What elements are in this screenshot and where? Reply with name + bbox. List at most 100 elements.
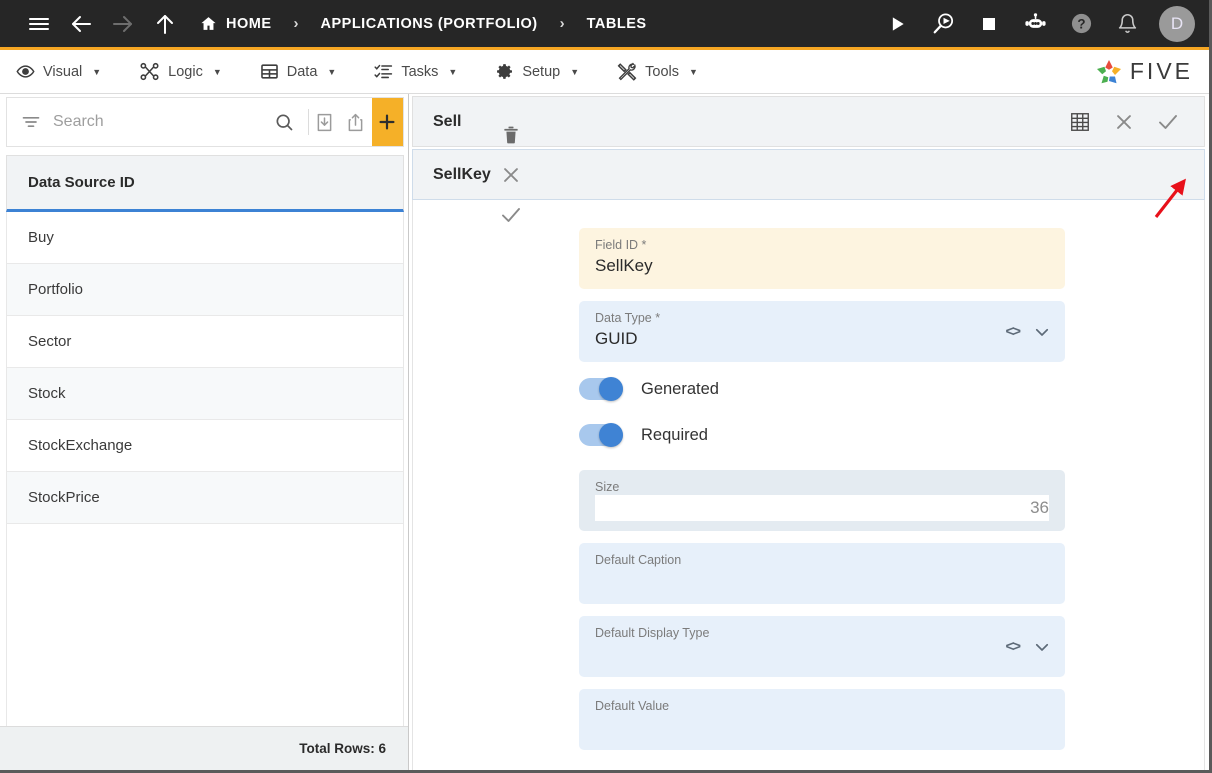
default-caption-input[interactable]: Default Caption (579, 543, 1065, 604)
help-icon[interactable]: ? (1061, 4, 1101, 44)
toggle-label: Generated (641, 379, 719, 398)
gear-icon (495, 62, 514, 81)
toggle-knob (599, 377, 623, 401)
menu-label: Data (286, 63, 318, 80)
search-input[interactable] (53, 113, 260, 131)
checklist-icon (374, 62, 393, 81)
menu-item-visual[interactable]: Visual ▼ (16, 62, 117, 81)
list-item[interactable]: Portfolio (7, 264, 403, 316)
required-toggle[interactable] (579, 423, 623, 447)
chevron-down-icon: ▼ (570, 66, 580, 77)
row-label: Portfolio (28, 281, 84, 298)
notifications-bell-icon[interactable] (1107, 4, 1147, 44)
generated-toggle[interactable] (579, 377, 623, 401)
menu-label: Logic (168, 63, 203, 80)
breadcrumb-item-tables[interactable]: TABLES (583, 16, 651, 32)
field-label: Field ID * (595, 238, 647, 252)
logic-nodes-icon (139, 61, 160, 82)
top-nav-controls: HOME › APPLICATIONS (PORTFOLIO) › TABLES (18, 4, 651, 44)
default-display-type-select[interactable]: Default Display Type <> (579, 616, 1065, 677)
debug-icon[interactable] (923, 4, 963, 44)
record-header-bar: Sell (412, 96, 1205, 147)
main-body: Data Source ID Buy Portfolio Sector Stoc… (0, 94, 1209, 770)
field-value (595, 568, 1049, 594)
table-grid-icon (260, 62, 279, 81)
field-value: GUID (595, 329, 638, 348)
total-rows-label: Total Rows: 6 (299, 741, 386, 756)
save-check-icon[interactable] (1148, 102, 1188, 142)
menu-item-tools[interactable]: Tools ▼ (617, 62, 714, 82)
menu-item-tasks[interactable]: Tasks ▼ (374, 62, 473, 81)
add-button[interactable] (371, 98, 403, 146)
user-avatar[interactable]: D (1159, 5, 1195, 42)
brand-name: FIVE (1129, 58, 1193, 84)
menu-label: Setup (522, 63, 561, 80)
list-item[interactable]: Stock (7, 368, 403, 420)
five-brand-logo: FIVE (1094, 57, 1193, 87)
row-label: StockExchange (28, 437, 133, 454)
five-pinwheel-logo-icon (1094, 57, 1124, 87)
list-item[interactable]: StockPrice (7, 472, 403, 524)
field-id-input[interactable]: Field ID * SellKey (579, 228, 1065, 289)
list-item[interactable]: Sector (7, 316, 403, 368)
row-label: StockPrice (28, 489, 100, 506)
save-check-icon[interactable] (491, 195, 531, 235)
table-rows: Buy Portfolio Sector Stock StockExchange… (6, 212, 404, 726)
breadcrumb-item-home[interactable]: HOME (196, 15, 276, 32)
chevron-down-icon: ▼ (327, 66, 337, 77)
field-header-bar: SellKey (412, 126, 1205, 222)
stop-icon[interactable] (969, 4, 1009, 44)
chevron-down-icon: ▼ (92, 66, 102, 77)
table-column-header[interactable]: Data Source ID (6, 155, 404, 212)
size-input[interactable]: Size 36 (579, 470, 1065, 531)
top-navigation-bar: HOME › APPLICATIONS (PORTFOLIO) › TABLES (0, 0, 1209, 50)
breadcrumb-item-applications[interactable]: APPLICATIONS (PORTFOLIO) (317, 16, 542, 32)
default-value-input[interactable]: Default Value (579, 689, 1065, 750)
list-item[interactable]: StockExchange (7, 420, 403, 472)
table-grid-icon[interactable] (1060, 102, 1100, 142)
field-label: Default Value (595, 699, 670, 713)
required-toggle-row: Required (579, 423, 1065, 447)
chatbot-icon[interactable] (1015, 4, 1055, 44)
field-adornments: <> (1005, 638, 1051, 656)
chevron-down-icon[interactable] (1033, 638, 1051, 656)
menu-label: Tasks (401, 63, 439, 80)
export-icon[interactable] (340, 98, 371, 146)
chevron-down-icon: ▼ (448, 66, 458, 77)
row-label: Sector (28, 333, 72, 350)
data-type-select[interactable]: Data Type * GUID <> (579, 301, 1065, 362)
eye-icon (16, 62, 35, 81)
main-panel: Sell SellKey Field ID * SellKey Data Typ… (409, 94, 1209, 770)
chevron-down-icon: ▼ (689, 66, 698, 77)
menu-item-logic[interactable]: Logic ▼ (139, 61, 238, 82)
code-icon[interactable]: <> (1005, 323, 1020, 340)
search-icon[interactable] (260, 112, 308, 132)
menu-item-data[interactable]: Data ▼ (260, 62, 353, 81)
generated-toggle-row: Generated (579, 377, 1065, 401)
toggle-knob (599, 423, 623, 447)
field-value (595, 641, 1049, 667)
application-window: HOME › APPLICATIONS (PORTFOLIO) › TABLES (0, 0, 1212, 773)
code-icon[interactable]: <> (1005, 638, 1020, 655)
home-icon (200, 15, 217, 32)
top-nav-actions: ? D (877, 4, 1195, 44)
breadcrumb-separator: › (293, 15, 299, 32)
breadcrumb-label: APPLICATIONS (PORTFOLIO) (320, 15, 538, 32)
close-icon[interactable] (1104, 102, 1144, 142)
forward-arrow-icon[interactable] (102, 4, 144, 44)
import-icon[interactable] (309, 98, 340, 146)
filter-icon[interactable] (7, 112, 53, 132)
list-item[interactable]: Buy (7, 212, 403, 264)
field-label: Data Type * (595, 311, 661, 325)
chevron-down-icon[interactable] (1033, 323, 1051, 341)
back-arrow-icon[interactable] (60, 4, 102, 44)
run-icon[interactable] (877, 4, 917, 44)
menu-item-setup[interactable]: Setup ▼ (495, 62, 595, 81)
close-icon[interactable] (491, 155, 531, 195)
up-arrow-icon[interactable] (144, 4, 186, 44)
field-value: SellKey (595, 256, 653, 275)
breadcrumb: HOME › APPLICATIONS (PORTFOLIO) › TABLES (196, 15, 651, 32)
hamburger-menu-icon[interactable] (18, 4, 60, 44)
chevron-down-icon: ▼ (212, 66, 222, 77)
delete-trash-icon[interactable] (491, 115, 531, 155)
